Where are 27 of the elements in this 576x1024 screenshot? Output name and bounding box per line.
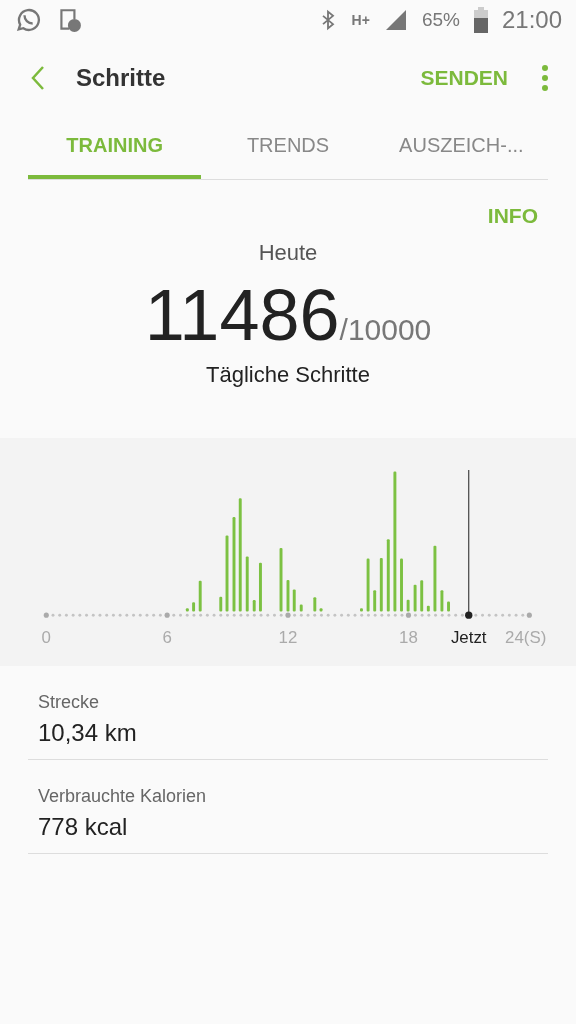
whatsapp-icon xyxy=(14,6,42,34)
network-type: H+ xyxy=(351,12,370,28)
send-button[interactable]: SENDEN xyxy=(420,66,508,90)
steps-caption: Tägliche Schritte xyxy=(206,362,370,388)
back-icon[interactable] xyxy=(30,65,46,91)
battery-icon xyxy=(473,7,488,33)
clock-time: 21:00 xyxy=(501,6,562,34)
axis-label: 6 xyxy=(162,627,172,647)
stat-label: Strecke xyxy=(38,692,101,713)
step-goal: /10000 xyxy=(339,313,432,347)
now-label: Jetzt xyxy=(450,627,487,647)
tab[interactable]: AUSZEICH-... xyxy=(374,116,548,179)
axis-label: 24(S) xyxy=(505,627,547,647)
axis-label: 0 xyxy=(41,627,51,647)
info-link[interactable]: INFO xyxy=(487,204,538,228)
period-label: Heute xyxy=(258,240,318,266)
tab[interactable]: TRENDS xyxy=(201,116,375,179)
more-options-icon[interactable] xyxy=(542,65,548,91)
step-count: 11486 xyxy=(144,274,340,356)
screen-title: Schritte xyxy=(76,64,167,92)
tab[interactable]: TRAINING xyxy=(28,116,202,179)
axis-label: 12 xyxy=(278,627,298,647)
stat-label: Verbrauchte Kalorien xyxy=(38,786,208,807)
battery-percent: 65% xyxy=(421,9,460,31)
stat-value: 10,34 km xyxy=(38,719,138,747)
stat-value: 778 kcal xyxy=(38,813,129,841)
axis-label: 18 xyxy=(399,627,418,647)
